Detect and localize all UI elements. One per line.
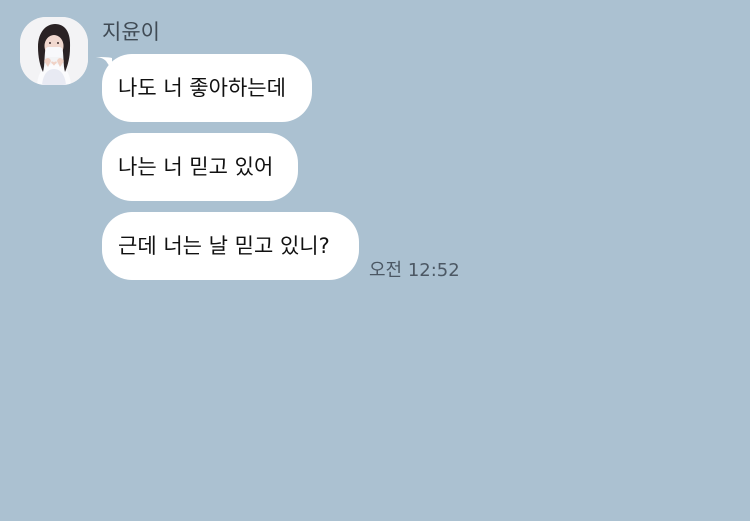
message-text-2: 나는 너 믿고 있어	[118, 154, 274, 179]
profile-photo-icon	[20, 17, 88, 85]
sender-avatar[interactable]	[20, 17, 88, 85]
message-bubble-3[interactable]: 근데 너는 날 믿고 있니?	[102, 212, 359, 280]
message-bubble-1[interactable]: 나도 너 좋아하는데	[94, 54, 312, 122]
message-timestamp: 오전 12:52	[369, 260, 460, 281]
sender-name: 지윤이	[102, 20, 160, 44]
chat-area: 지윤이 나도 너 좋아하는데 나는 너 믿고 있어 근데 너는 날 믿고 있니?…	[0, 0, 750, 521]
bubble-tail-icon	[94, 57, 112, 70]
message-text-3: 근데 너는 날 믿고 있니?	[118, 233, 330, 258]
message-text-1: 나도 너 좋아하는데	[118, 75, 286, 100]
message-bubble-2[interactable]: 나는 너 믿고 있어	[102, 133, 298, 201]
